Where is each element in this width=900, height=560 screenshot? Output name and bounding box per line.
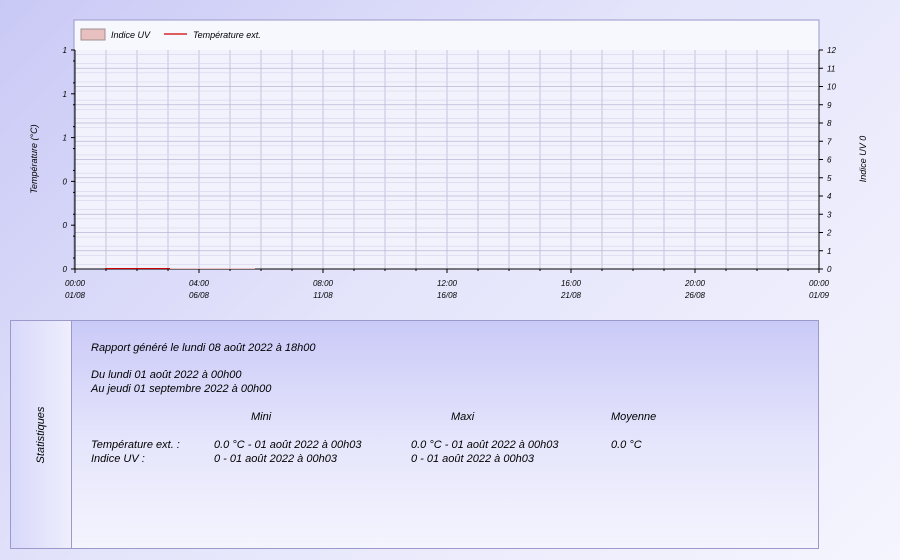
y-axis-right-ticks: 0123456789101112 <box>819 46 836 274</box>
report-to: Au jeudi 01 septembre 2022 à 00h00 <box>91 383 272 395</box>
y-right-tick-label: 7 <box>827 137 832 146</box>
y-right-tick-label: 4 <box>827 192 832 201</box>
stats-panel: Statistiques Rapport généré le lundi 08 … <box>10 320 819 549</box>
y-right-tick-label: 5 <box>827 174 832 183</box>
y-left-tick-label: 0 <box>63 221 68 230</box>
x-tick-date: 16/08 <box>437 291 458 300</box>
x-tick-time: 12:00 <box>437 279 458 288</box>
stats-side-tab: Statistiques <box>11 321 72 548</box>
row-uv-max: 0 - 01 août 2022 à 00h03 <box>411 453 534 465</box>
col-header-avg: Moyenne <box>611 411 657 423</box>
x-tick-time: 04:00 <box>189 279 210 288</box>
y-right-tick-label: 6 <box>827 156 832 165</box>
x-tick-date: 26/08 <box>684 291 706 300</box>
y-axis-left-title: Température (°C) <box>29 124 39 193</box>
x-tick-date: 21/08 <box>560 291 582 300</box>
y-axis-right-title: Indice UV 0 <box>858 136 868 183</box>
row-label-uv: Indice UV : <box>91 453 145 465</box>
x-tick-time: 16:00 <box>561 279 582 288</box>
x-tick-date: 11/08 <box>313 291 333 300</box>
x-tick-date: 01/08 <box>65 291 86 300</box>
y-left-tick-label: 1 <box>63 90 67 99</box>
y-right-tick-label: 3 <box>827 210 832 219</box>
x-tick-date: 06/08 <box>189 291 210 300</box>
y-right-tick-label: 11 <box>827 64 835 73</box>
y-axis-left-ticks: 0 0 0 1 1 1 <box>63 46 75 274</box>
x-tick-time: 00:00 <box>65 279 86 288</box>
row-uv-min: 0 - 01 août 2022 à 00h03 <box>214 453 337 465</box>
x-tick-date: 01/09 <box>809 291 830 300</box>
y-left-tick-label: 0 <box>63 265 68 274</box>
row-temp-min: 0.0 °C - 01 août 2022 à 00h03 <box>214 439 362 451</box>
y-right-tick-label: 1 <box>827 247 831 256</box>
col-header-max: Maxi <box>451 411 475 423</box>
stats-side-label: Statistiques <box>35 406 47 464</box>
col-header-min: Mini <box>251 411 272 423</box>
row-temp-avg: 0.0 °C <box>611 439 642 451</box>
y-right-tick-label: 12 <box>827 46 836 55</box>
legend-uv-swatch <box>80 28 106 41</box>
x-axis-ticks: 00:00 01/08 04:00 06/08 08:00 11/08 12:00 16/08… <box>65 269 830 300</box>
y-left-tick-label: 1 <box>63 46 67 55</box>
y-right-tick-label: 2 <box>826 229 832 238</box>
x-tick-time: 20:00 <box>684 279 706 288</box>
y-right-tick-label: 8 <box>827 119 832 128</box>
y-right-tick-label: 9 <box>827 101 832 110</box>
x-tick-time: 08:00 <box>313 279 334 288</box>
row-temp-max: 0.0 °C - 01 août 2022 à 00h03 <box>411 439 559 451</box>
y-right-tick-label: 10 <box>827 83 836 92</box>
row-label-temp: Température ext. : <box>91 439 180 451</box>
legend-temp-label: Température ext. <box>193 30 261 40</box>
x-tick-time: 00:00 <box>809 279 830 288</box>
y-left-tick-label: 0 <box>63 177 68 186</box>
y-right-tick-label: 0 <box>827 265 832 274</box>
report-from: Du lundi 01 août 2022 à 00h00 <box>91 369 242 381</box>
y-left-tick-label: 1 <box>63 134 67 143</box>
report-generated: Rapport généré le lundi 08 août 2022 à 1… <box>91 342 316 354</box>
chart: Indice UV Température ext. 000111 012345… <box>29 19 868 300</box>
legend-uv-label: Indice UV <box>111 30 151 40</box>
